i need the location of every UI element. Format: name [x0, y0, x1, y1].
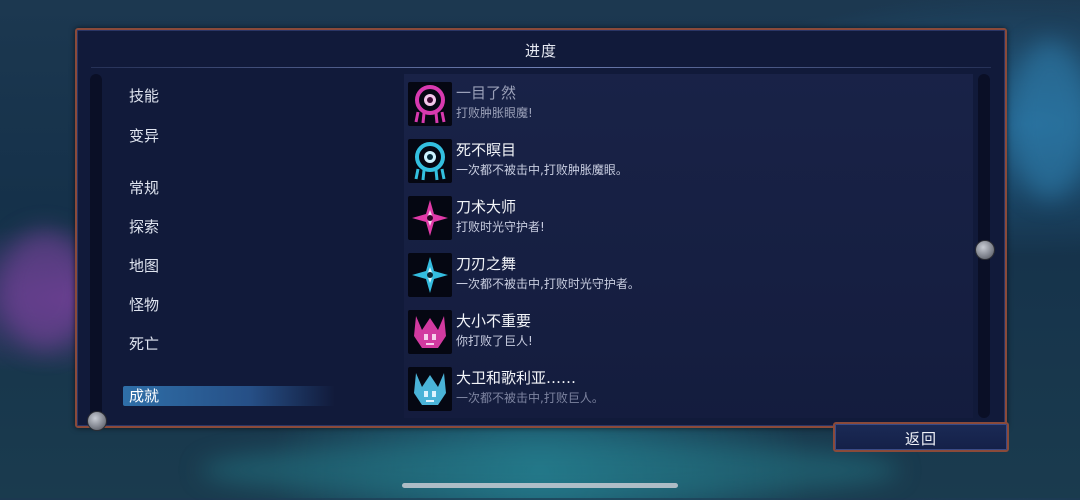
shuriken-icon [408, 196, 452, 240]
category-skills[interactable]: 技能 [129, 84, 349, 108]
progress-panel: 进度 技能 变异 常规 探索 地图 怪物 死亡 成就 一目了然 打败肿胀眼魔! [75, 28, 1007, 431]
category-achievements[interactable]: 成就 [123, 386, 335, 406]
category-general[interactable]: 常规 [129, 176, 349, 200]
category-monsters[interactable]: 怪物 [129, 293, 349, 317]
achievement-title: 刀刃之舞 [456, 255, 517, 273]
list-item[interactable]: 刀术大师 打败时光守护者! [406, 192, 966, 242]
panel-title: 进度 [524, 42, 557, 60]
achievement-list[interactable]: 一目了然 打败肿胀眼魔! 死不瞑目 一次都不被击中,打败肿胀魔眼。 刀术大师 打… [404, 74, 973, 418]
category-exploration[interactable]: 探索 [129, 215, 349, 239]
achievement-description: 打败时光守护者! [456, 220, 545, 234]
category-deaths[interactable]: 死亡 [129, 332, 349, 356]
achievement-title: 大卫和歌利亚…… [456, 369, 577, 387]
giant-skull-icon [408, 367, 452, 411]
achievement-description: 你打败了巨人! [456, 334, 533, 348]
eye-monster-icon [408, 82, 452, 126]
achievement-title: 刀术大师 [456, 198, 517, 216]
category-map[interactable]: 地图 [129, 254, 349, 278]
right-scroll-knob[interactable] [975, 240, 995, 260]
category-list: 技能 变异 常规 探索 地图 怪物 死亡 成就 [105, 74, 385, 418]
achievement-title: 大小不重要 [456, 312, 532, 330]
giant-skull-icon [408, 310, 452, 354]
left-scroll-knob[interactable] [87, 411, 107, 431]
title-divider [91, 67, 991, 68]
achievement-description: 一次都不被击中,打败肿胀魔眼。 [456, 163, 628, 177]
left-scroll-track[interactable] [90, 74, 102, 418]
home-indicator[interactable] [402, 483, 678, 488]
list-item[interactable]: 死不瞑目 一次都不被击中,打败肿胀魔眼。 [406, 135, 966, 185]
list-item[interactable]: 大小不重要 你打败了巨人! [406, 306, 966, 356]
back-button[interactable]: 返回 [833, 422, 1009, 452]
list-item[interactable]: 一目了然 打败肿胀眼魔! [406, 78, 966, 128]
achievement-title: 一目了然 [456, 84, 517, 102]
achievement-description: 一次都不被击中,打败时光守护者。 [456, 277, 640, 291]
category-mutations[interactable]: 变异 [129, 124, 349, 148]
achievement-description: 打败肿胀眼魔! [456, 106, 533, 120]
achievement-title: 死不瞑目 [456, 141, 517, 159]
achievement-description: 一次都不被击中,打败巨人。 [456, 391, 604, 405]
shuriken-icon [408, 253, 452, 297]
list-item[interactable]: 大卫和歌利亚…… 一次都不被击中,打败巨人。 [406, 363, 966, 413]
list-item[interactable]: 刀刃之舞 一次都不被击中,打败时光守护者。 [406, 249, 966, 299]
eye-monster-icon [408, 139, 452, 183]
